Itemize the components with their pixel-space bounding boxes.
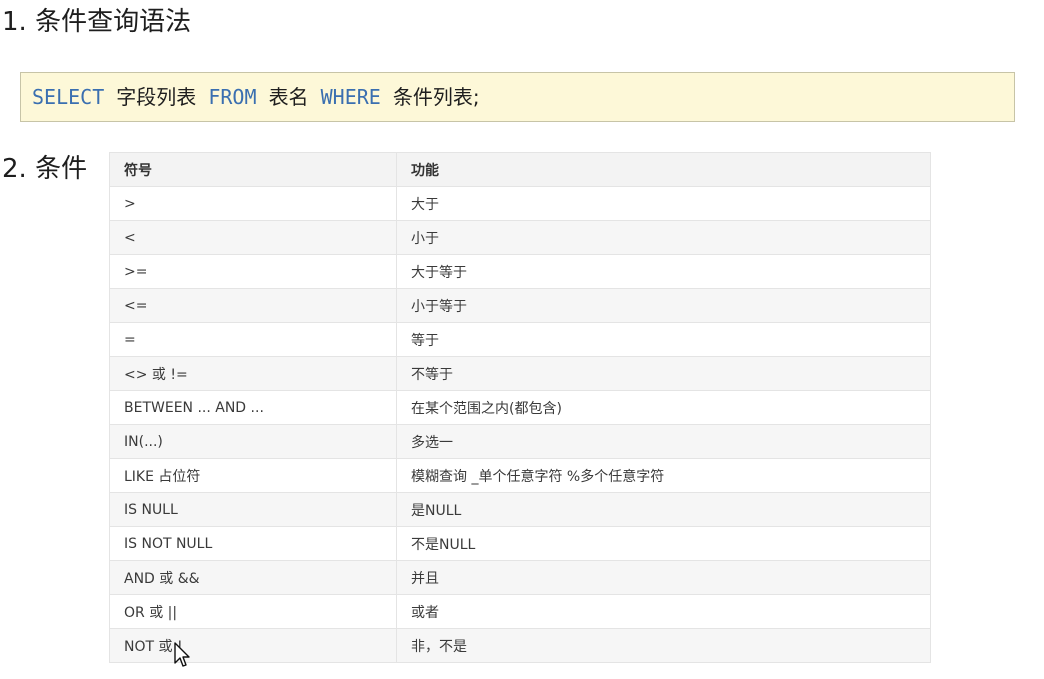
symbol-cell: < (109, 220, 397, 255)
symbol-cell: = (109, 322, 397, 357)
symbol-cell: <> 或 != (109, 356, 397, 391)
syntax-conditions: 条件列表; (392, 85, 480, 109)
symbol-cell: AND 或 && (109, 560, 397, 595)
table-row: AND 或 && 并且 (109, 560, 931, 595)
keyword-select: SELECT (32, 85, 105, 109)
table-row: IS NULL 是NULL (109, 492, 931, 527)
symbol-cell: IS NULL (109, 492, 397, 527)
symbol-cell: >= (109, 254, 397, 289)
function-cell: 小于等于 (396, 288, 931, 323)
function-cell: 等于 (396, 322, 931, 357)
symbol-cell: NOT 或 ! (109, 628, 397, 663)
function-cell: 不等于 (396, 356, 931, 391)
table-row: >= 大于等于 (109, 254, 931, 289)
symbol-cell: IN(...) (109, 424, 397, 459)
function-cell: 模糊查询 _单个任意字符 %多个任意字符 (396, 458, 931, 493)
function-cell: 并且 (396, 560, 931, 595)
table-row: <> 或 != 不等于 (109, 356, 931, 391)
symbol-cell: BETWEEN ... AND ... (109, 390, 397, 425)
table-row: OR 或 || 或者 (109, 594, 931, 629)
table-row: LIKE 占位符 模糊查询 _单个任意字符 %多个任意字符 (109, 458, 931, 493)
syntax-table-name: 表名 (268, 85, 309, 109)
function-cell: 多选一 (396, 424, 931, 459)
table-row: IS NOT NULL 不是NULL (109, 526, 931, 561)
table-row: > 大于 (109, 186, 931, 221)
symbol-cell: LIKE 占位符 (109, 458, 397, 493)
table-row: NOT 或 ! 非，不是 (109, 628, 931, 663)
table-row: BETWEEN ... AND ... 在某个范围之内(都包含) (109, 390, 931, 425)
symbol-cell: OR 或 || (109, 594, 397, 629)
keyword-where: WHERE (320, 85, 381, 109)
function-cell: 大于等于 (396, 254, 931, 289)
section-title-syntax: 1. 条件查询语法 (2, 7, 192, 37)
table-row: IN(...) 多选一 (109, 424, 931, 459)
header-symbol: 符号 (109, 152, 397, 187)
keyword-from: FROM (208, 85, 257, 109)
table-header-row: 符号 功能 (109, 152, 931, 187)
table-row: <= 小于等于 (109, 288, 931, 323)
syntax-fields: 字段列表 (116, 85, 197, 109)
symbol-cell: > (109, 186, 397, 221)
conditions-table: 符号 功能 > 大于 < 小于 >= 大于等于 <= 小于等于 = 等于 <> … (109, 152, 931, 663)
function-cell: 是NULL (396, 492, 931, 527)
header-function: 功能 (396, 152, 931, 187)
function-cell: 小于 (396, 220, 931, 255)
syntax-code-block: SELECT 字段列表 FROM 表名 WHERE 条件列表; (20, 72, 1015, 122)
section-title-conditions: 2. 条件 (2, 154, 88, 184)
function-cell: 在某个范围之内(都包含) (396, 390, 931, 425)
mouse-cursor-icon (174, 642, 190, 667)
table-row: < 小于 (109, 220, 931, 255)
symbol-cell: IS NOT NULL (109, 526, 397, 561)
function-cell: 大于 (396, 186, 931, 221)
table-row: = 等于 (109, 322, 931, 357)
function-cell: 非，不是 (396, 628, 931, 663)
function-cell: 不是NULL (396, 526, 931, 561)
symbol-cell: <= (109, 288, 397, 323)
function-cell: 或者 (396, 594, 931, 629)
